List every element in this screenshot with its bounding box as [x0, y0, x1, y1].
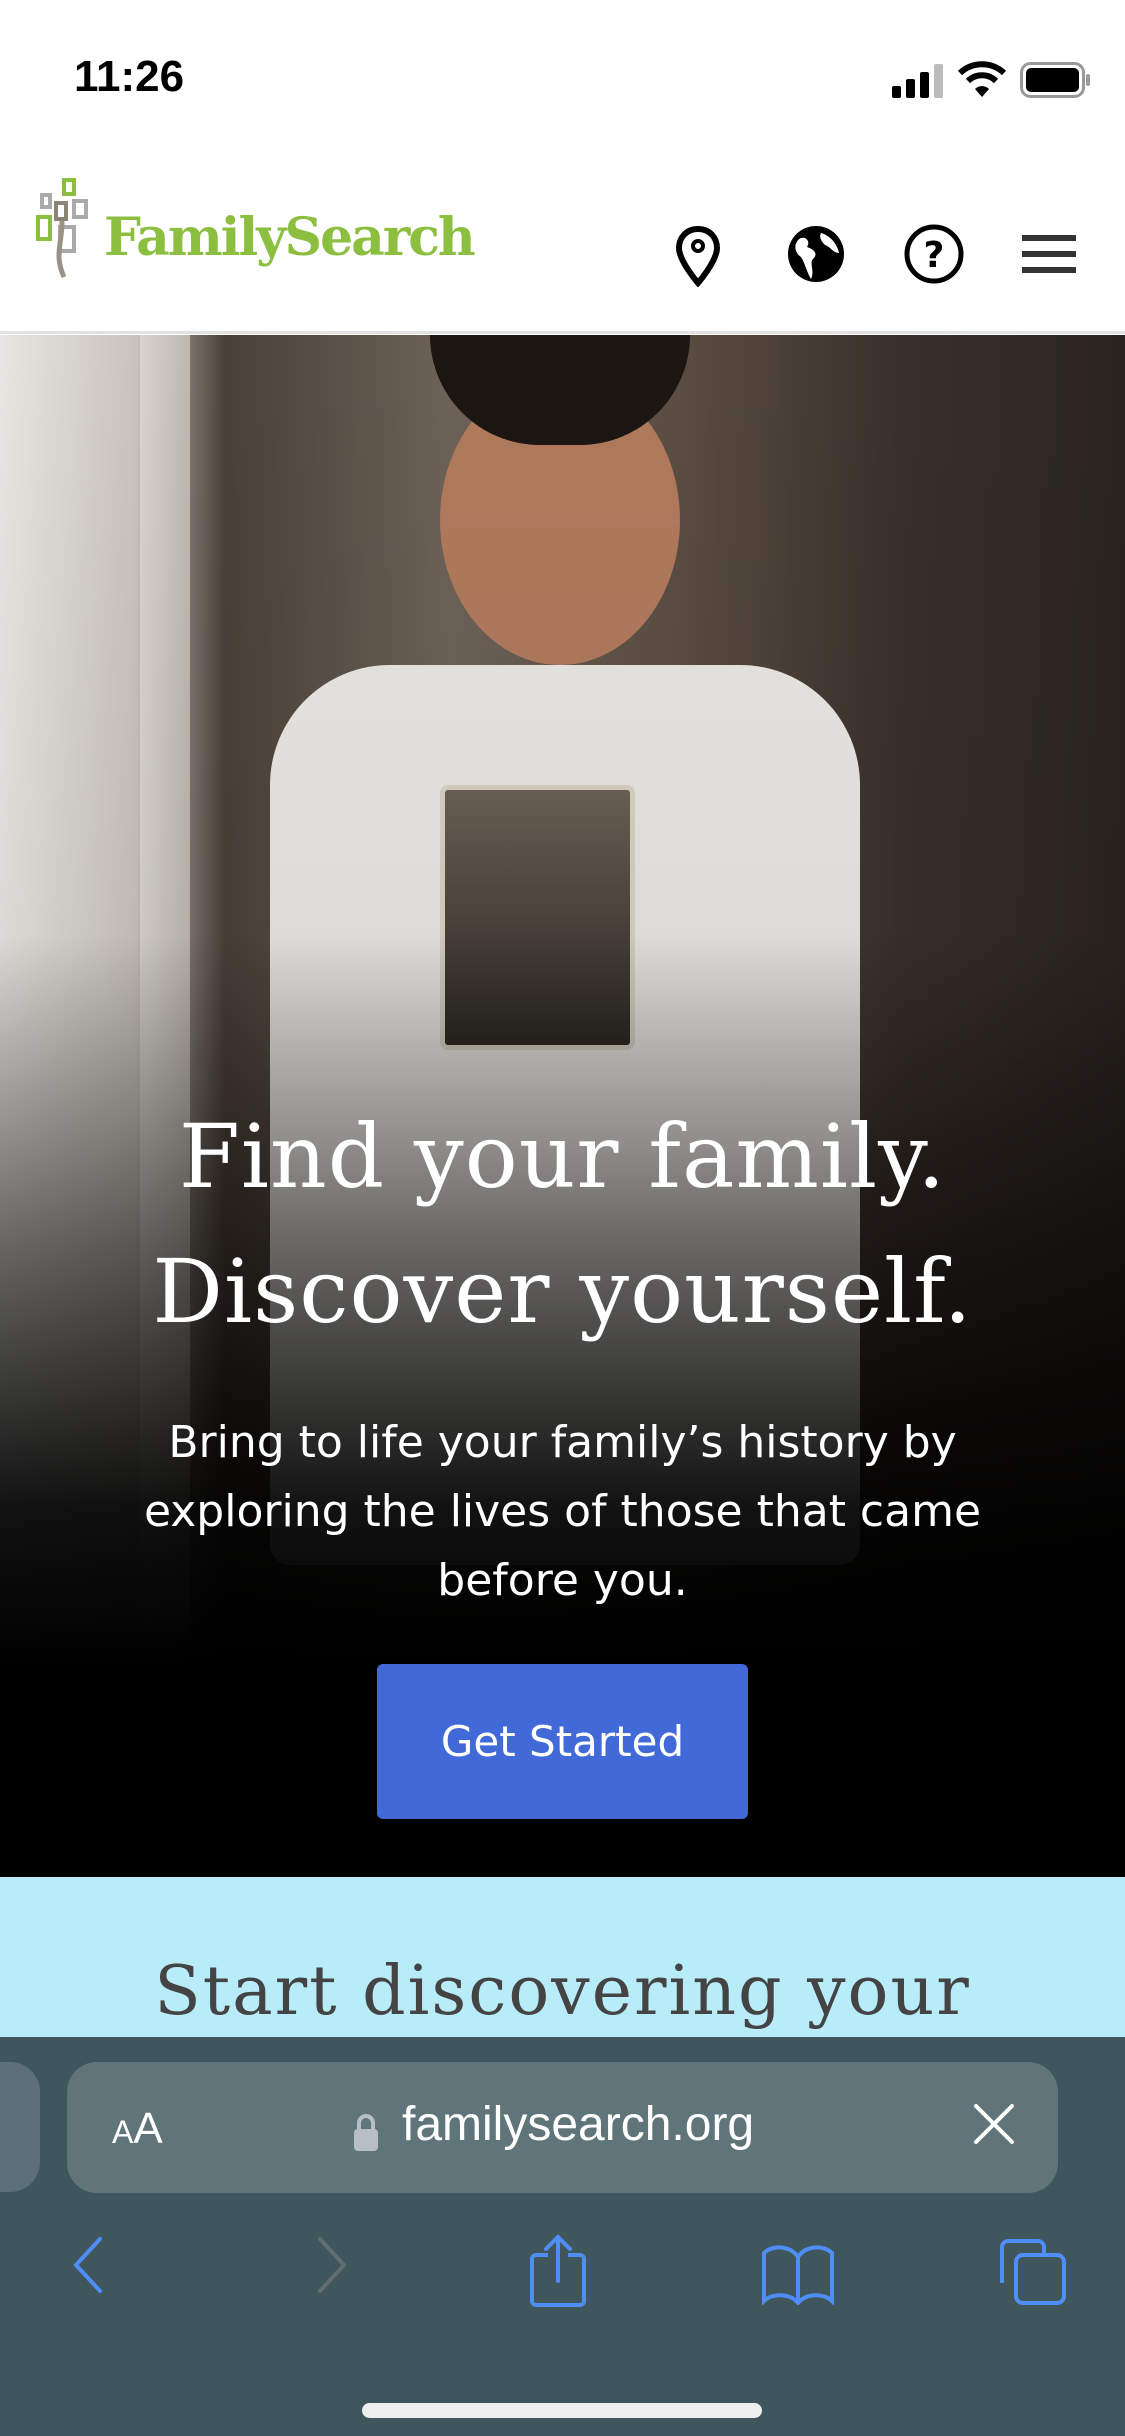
status-time: 11:26 [74, 52, 185, 101]
forward-icon [318, 2237, 347, 2293]
get-started-button[interactable]: Get Started [377, 1664, 748, 1819]
text-size-button[interactable]: AA [112, 2104, 163, 2154]
close-icon[interactable] [972, 2102, 1016, 2146]
browser-toolbar: AA familysearch.org [0, 2037, 1125, 2436]
previous-tab-preview[interactable] [0, 2062, 40, 2192]
bookmarks-icon[interactable] [760, 2243, 836, 2305]
hero-subtitle-line2: exploring the lives of those that came [143, 1486, 982, 1537]
discover-title: Start discovering your [154, 1952, 971, 2031]
share-icon[interactable] [528, 2233, 588, 2309]
location-pin-icon[interactable] [675, 225, 721, 287]
back-icon[interactable] [68, 2235, 108, 2295]
lock-icon [354, 2114, 378, 2151]
hero-headline-line2: Discover yourself. [152, 1240, 973, 1343]
home-indicator[interactable] [362, 2403, 762, 2418]
tabs-icon[interactable] [998, 2237, 1068, 2307]
logo-text: FamilySearch [104, 207, 476, 268]
help-icon[interactable]: ? [903, 223, 965, 285]
globe-icon[interactable] [785, 223, 847, 285]
cellular-signal-icon [892, 64, 943, 98]
address-bar[interactable]: AA familysearch.org [67, 2062, 1058, 2193]
site-header: FamilySearch ? [0, 150, 1125, 334]
hero-subtitle-line3: before you. [437, 1555, 688, 1606]
status-bar: 11:26 [0, 0, 1125, 150]
wifi-icon [958, 61, 1006, 97]
svg-text:?: ? [924, 235, 945, 276]
battery-icon [1020, 62, 1090, 98]
hero-headline-line1: Find your family. [178, 1105, 947, 1208]
menu-icon[interactable] [1022, 235, 1076, 273]
hero-section: Find your family. Discover yourself. Bri… [0, 335, 1125, 1667]
hero-subtitle-line1: Bring to life your family’s history by [168, 1417, 957, 1468]
url-text[interactable]: familysearch.org [402, 2097, 754, 2152]
